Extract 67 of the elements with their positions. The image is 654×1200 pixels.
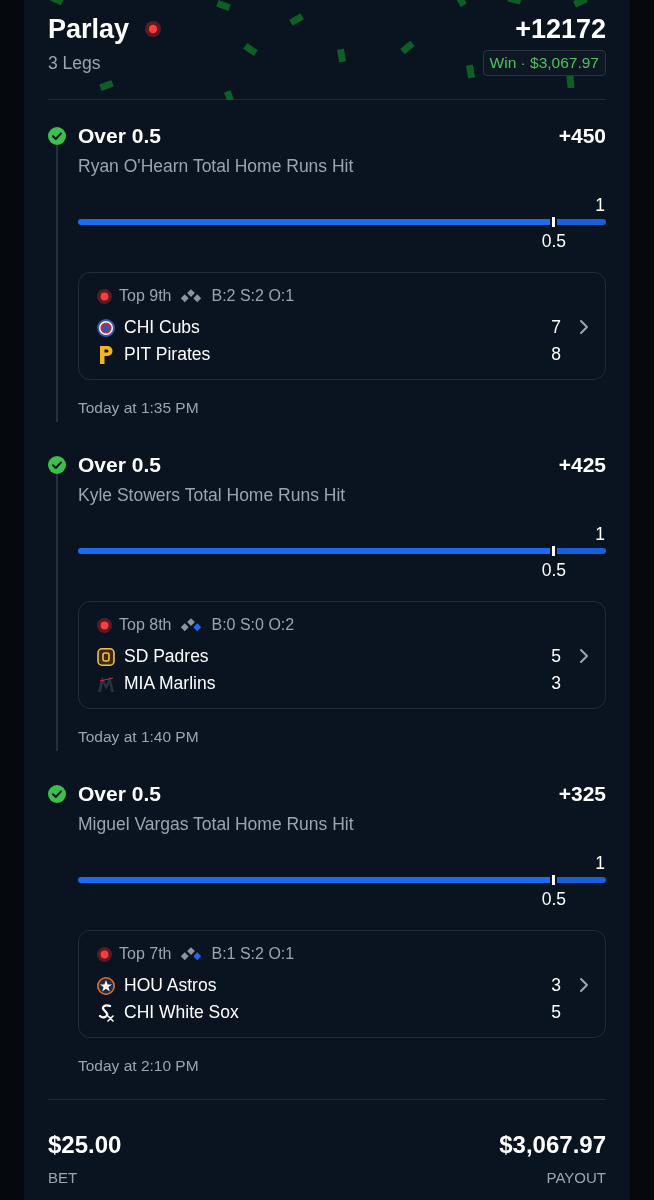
count-text: B:2 S:2 O:1 [211, 287, 295, 305]
payout-amount: $3,067.97 [499, 1130, 606, 1160]
inning-text: Top 8th [119, 616, 172, 634]
bet-label: BET [48, 1169, 78, 1187]
market-name: Miguel Vargas Total Home Runs Hit [78, 813, 355, 835]
team-score: 5 [551, 1002, 561, 1023]
total-odds: +12172 [515, 13, 606, 46]
game-card[interactable]: Top 7th B:1 S:2 O:1 HOU Astros 3 CHI White Sox 5 [78, 930, 606, 1038]
team-score: 5 [551, 646, 561, 667]
confetti-piece [573, 0, 588, 8]
confetti-piece [454, 0, 467, 7]
market-name: Ryan O'Hearn Total Home Runs Hit [78, 155, 355, 177]
confetti-piece [49, 0, 64, 6]
confetti-piece [224, 90, 235, 100]
team-name: MIA Marlins [124, 673, 216, 694]
legs-count: 3 Legs [48, 52, 101, 74]
leg-odds: +425 [558, 452, 606, 478]
line-value: 0.5 [541, 561, 566, 579]
confetti-piece [336, 48, 347, 63]
game-time: Today at 1:35 PM [78, 398, 200, 418]
chevron-icon [579, 977, 589, 993]
chevron-icon [579, 648, 589, 664]
selection-title: Over 0.5 [78, 123, 161, 149]
parlay-title: Parlay [48, 13, 130, 46]
leg-odds: +325 [558, 781, 606, 807]
confetti-piece [465, 64, 476, 79]
team-score: 3 [551, 673, 561, 694]
team-score: 8 [551, 344, 561, 365]
payout-label: PAYOUT [546, 1169, 606, 1187]
leg-odds: +450 [558, 123, 606, 149]
team-logo-icon [97, 976, 115, 995]
line-value: 0.5 [541, 890, 566, 908]
team-name: SD Padres [124, 646, 209, 667]
confetti-piece [566, 74, 575, 89]
confetti-piece [289, 13, 304, 26]
team-name: HOU Astros [124, 975, 217, 996]
game-card[interactable]: Top 9th B:2 S:2 O:1 CHI Cubs 7 PIT Pirates 8 [78, 272, 606, 380]
count-text: B:0 S:0 O:2 [211, 616, 295, 634]
market-name: Kyle Stowers Total Home Runs Hit [78, 484, 347, 506]
confetti-piece [216, 0, 231, 11]
actual-value: 1 [595, 196, 605, 214]
team-logo-icon [97, 345, 115, 364]
team-logo-icon [97, 1003, 115, 1022]
team-score: 3 [551, 975, 561, 996]
result-badge: Win · $3,067.97 [482, 50, 606, 76]
bet-amount: $25.00 [48, 1130, 122, 1160]
team-logo-icon [97, 674, 115, 693]
team-name: PIT Pirates [124, 344, 211, 365]
team-score: 7 [551, 317, 561, 338]
chevron-icon [579, 319, 589, 335]
inning-text: Top 7th [119, 945, 172, 963]
selection-title: Over 0.5 [78, 452, 161, 478]
confetti-piece [507, 0, 522, 5]
game-card[interactable]: Top 8th B:0 S:0 O:2 SD Padres 5 MIA Marlins 3 [78, 601, 606, 709]
inning-text: Top 9th [119, 287, 172, 305]
game-time: Today at 2:10 PM [78, 1056, 200, 1076]
team-logo-icon [97, 647, 115, 666]
team-logo-icon [97, 318, 115, 337]
game-time: Today at 1:40 PM [78, 727, 200, 747]
team-name: CHI Cubs [124, 317, 200, 338]
team-name: CHI White Sox [124, 1002, 239, 1023]
actual-value: 1 [595, 525, 605, 543]
line-value: 0.5 [541, 232, 566, 250]
selection-title: Over 0.5 [78, 781, 161, 807]
confetti-piece [99, 80, 114, 91]
count-text: B:1 S:2 O:1 [211, 945, 295, 963]
actual-value: 1 [595, 854, 605, 872]
